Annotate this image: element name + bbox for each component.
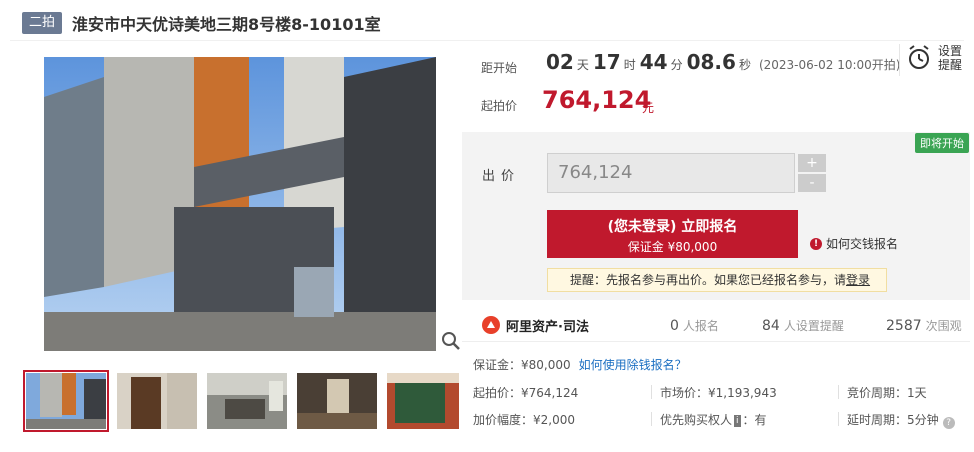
signup-button[interactable]: (您未登录) 立即报名 保证金 ¥80,000 (547, 210, 798, 258)
countdown-minutes: 44 (639, 50, 668, 74)
info-divider (651, 385, 652, 399)
status-badge: 即将开始 (915, 133, 969, 153)
building-photo (44, 57, 436, 351)
thumbnail-2[interactable] (117, 373, 197, 429)
starting-price-value: 764,124 (542, 86, 652, 114)
deposit-help-link[interactable]: 如何使用除钱报名？ (579, 358, 687, 372)
countdown-hours: 17 (592, 50, 621, 74)
countdown-label: 距开始 (481, 61, 518, 75)
thumbnail-4[interactable] (297, 373, 377, 429)
countdown: 02 天 17 时 44 分 08.6 秒 (2023-06-02 10:00开… (546, 50, 900, 74)
countdown-days-unit: 天 (576, 58, 589, 72)
increment-info: 加价幅度：¥2,000 (473, 413, 575, 427)
info-icon: ! (810, 237, 822, 250)
starting-price-unit: 元 (642, 101, 655, 115)
tip-text: 提醒：先报名参与再出价。如果您已经报名参与，请 (570, 273, 847, 287)
view-count-label: 次围观 (925, 319, 962, 333)
page-title: 淮安市中天优诗美地三期8号楼8-10101室 (72, 15, 381, 34)
signup-deposit-label: 保证金 ¥80,000 (627, 240, 718, 254)
priority-buyer-info: 优先购买权人 i ：有 (660, 411, 767, 428)
pay-help-link[interactable]: ! 如何交钱报名 (810, 235, 898, 252)
bid-cycle-info: 竞价周期：1天 (847, 386, 927, 400)
signup-count-value: 0 (670, 318, 679, 334)
pay-help-label: 如何交钱报名 (826, 237, 899, 251)
thumbnail-3[interactable] (207, 373, 287, 429)
priority-buyer-badge-icon[interactable]: i (734, 415, 741, 427)
countdown-minutes-unit: 分 (670, 58, 683, 72)
set-reminder-label: 设置提醒 (938, 44, 963, 72)
start-time: (2023-06-02 10:00开拍) (758, 58, 901, 72)
decrease-bid-button[interactable]: - (798, 174, 826, 192)
market-price-info: 市场价：¥1,193,943 (660, 386, 777, 400)
thumbnail-5[interactable] (387, 373, 459, 429)
alarm-clock-icon (909, 45, 929, 69)
thumbnail-1[interactable] (23, 370, 109, 432)
bid-label: 出价 (482, 169, 521, 184)
set-reminder-button[interactable]: 设置提醒 (906, 44, 966, 78)
auction-page: { "header": { "round_badge": "二拍", "titl… (0, 0, 974, 452)
zoom-icon[interactable] (440, 330, 462, 352)
countdown-seconds: 08.6 (686, 50, 736, 74)
signup-count-label: 人报名 (682, 319, 719, 333)
info-divider (838, 385, 839, 399)
help-icon[interactable]: ? (942, 417, 955, 429)
bid-amount-input[interactable]: 764,124 (547, 153, 795, 193)
platform-name: 阿里资产·司法 (506, 320, 589, 335)
deposit-row: 保证金：¥80,000 如何使用除钱报名？ (473, 356, 687, 373)
priority-buyer-label: 优先购买权人 (660, 413, 733, 427)
delay-cycle-text: 延时周期：5分钟 (847, 413, 939, 427)
signup-count: 0 人报名 (670, 317, 719, 334)
round-badge: 二拍 (22, 12, 63, 34)
bid-panel: 即将开始 出价 764,124 + - (您未登录) 立即报名 保证金 ¥80,… (462, 132, 970, 300)
login-tip: 提醒：先报名参与再出价。如果您已经报名参与，请登录 (547, 268, 887, 292)
ali-assets-logo-icon (482, 316, 500, 334)
stats-row: 阿里资产·司法 0 人报名 84 人设置提醒 2587 次围观 (462, 306, 970, 342)
increase-bid-button[interactable]: + (798, 154, 826, 172)
login-link[interactable]: 登录 (846, 273, 870, 287)
reminder-divider (899, 44, 900, 76)
signup-button-label: (您未登录) 立即报名 (607, 219, 738, 235)
starting-price-label: 起拍价 (481, 99, 518, 113)
countdown-hours-unit: 时 (623, 58, 636, 72)
reminder-count-value: 84 (762, 318, 780, 334)
countdown-seconds-unit: 秒 (738, 58, 751, 72)
view-count-value: 2587 (886, 318, 922, 334)
info-divider (838, 412, 839, 426)
countdown-days: 02 (546, 50, 574, 74)
info-divider (651, 412, 652, 426)
priority-buyer-value: ：有 (742, 413, 767, 427)
title-row: 二拍 淮安市中天优诗美地三期8号楼8-10101室 (22, 10, 381, 36)
deposit-info: 保证金：¥80,000 (473, 358, 571, 372)
main-photo[interactable] (44, 57, 436, 351)
reminder-count: 84 人设置提醒 (762, 317, 844, 334)
delay-cycle-info: 延时周期：5分钟? (847, 411, 955, 429)
view-count: 2587 次围观 (886, 317, 962, 334)
title-divider (10, 40, 964, 41)
start-price-info: 起拍价：¥764,124 (473, 386, 579, 400)
reminder-count-label: 人设置提醒 (783, 319, 844, 333)
